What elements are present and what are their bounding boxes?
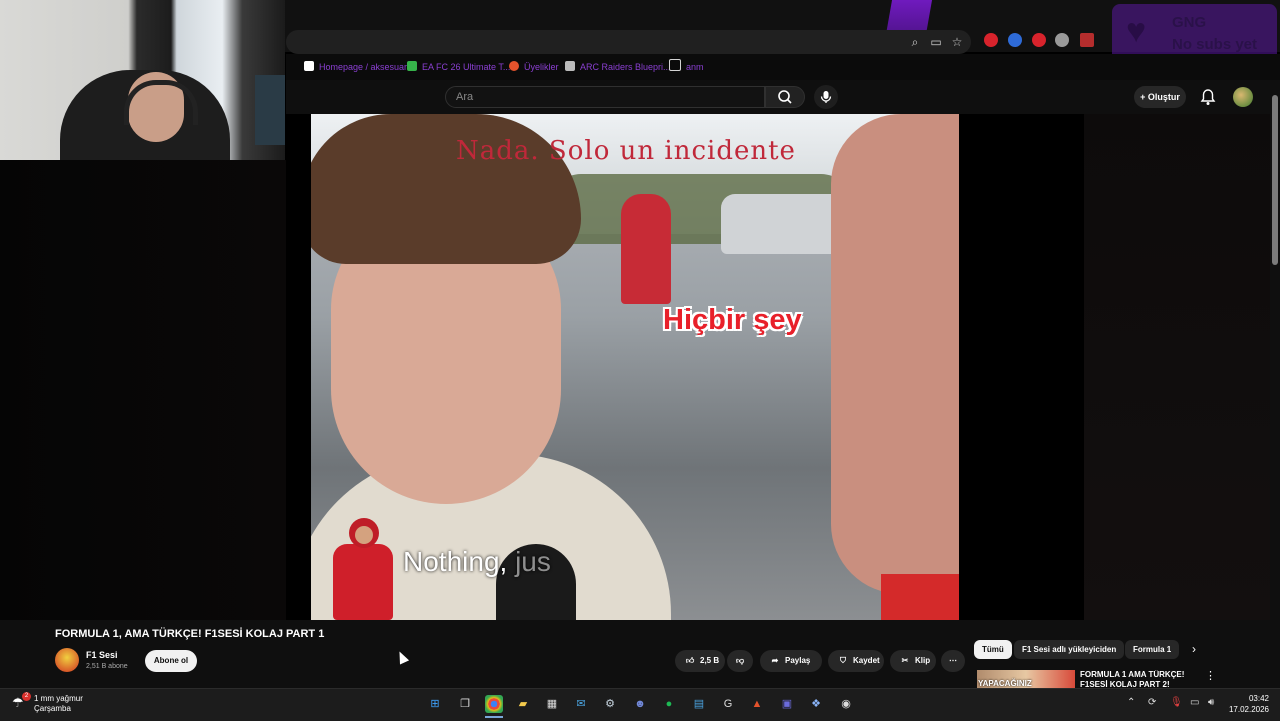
share-button[interactable]: ➦ Paylaş <box>760 650 822 672</box>
recommended-video-thumbnail[interactable]: YAPACAĞINIZ <box>977 670 1075 688</box>
account-avatar[interactable] <box>1233 87 1253 107</box>
more-actions-button[interactable]: ⋯ <box>941 650 965 672</box>
plus-icon: + <box>1140 92 1148 102</box>
address-bar[interactable] <box>286 30 971 54</box>
chrome-taskbar-icon[interactable] <box>485 695 503 713</box>
video-title: FORMULA 1, AMA TÜRKÇE! F1SESİ KOLAJ PART… <box>55 628 325 640</box>
file-explorer-icon[interactable]: ▰ <box>514 695 532 713</box>
thumbs-down-icon: 👎︎ <box>735 656 745 665</box>
scrollbar-thumb[interactable] <box>1272 95 1278 265</box>
app-g-icon[interactable]: G <box>719 695 737 713</box>
bookmark-item[interactable]: EA FC 26 Ultimate T... <box>407 58 510 76</box>
tray-sync-icon[interactable]: ⟳ <box>1148 697 1156 708</box>
extension-sound-icon[interactable] <box>1008 33 1022 47</box>
teams-icon[interactable]: ▣ <box>778 695 796 713</box>
page-background-left <box>0 160 286 620</box>
extension-red-icon[interactable] <box>1032 33 1046 47</box>
bookmark-folder[interactable]: anm <box>669 58 704 76</box>
extension-mail-icon[interactable] <box>1080 33 1094 47</box>
photos-icon[interactable]: ▤ <box>690 695 708 713</box>
dislike-button[interactable]: 👎︎ <box>727 650 753 672</box>
tray-display-icon[interactable]: ▭ <box>1190 697 1199 708</box>
bookmark-item[interactable]: Üyelikler <box>509 58 559 76</box>
bookmark-favicon-icon <box>565 61 575 71</box>
overlay-line2: No subs yet <box>1172 36 1258 53</box>
start-windows-icon[interactable]: ⊞ <box>426 695 444 713</box>
overlay-line1: GNG <box>1172 14 1207 31</box>
microphone-icon <box>820 91 832 103</box>
spotify-icon[interactable]: ● <box>660 695 678 713</box>
subtitle-turkish: Hiçbir şey <box>663 304 802 336</box>
settings-gear-icon[interactable]: ❖ <box>807 695 825 713</box>
bookmark-item[interactable]: ARC Raiders Bluepri... <box>565 58 671 76</box>
voice-search-button[interactable] <box>814 85 838 109</box>
bookmark-favicon-icon <box>304 61 314 71</box>
video-player[interactable]: Nada. Solo un incidente Hiçbir şey Nothi… <box>286 114 1084 620</box>
tray-mic-icon[interactable]: 🎙︎ <box>1170 697 1183 708</box>
heart-icon: ♥ <box>1126 12 1147 50</box>
mail-icon[interactable]: ✉ <box>572 695 590 713</box>
clip-button[interactable]: ✂ Klip <box>890 650 936 672</box>
video-frame[interactable]: Nada. Solo un incidente Hiçbir şey Nothi… <box>311 114 959 620</box>
task-view-icon[interactable]: ❐ <box>456 695 474 713</box>
subtitle-english: Nothing, jus <box>403 546 551 577</box>
subscriber-count: 2,51 B abone <box>86 663 128 670</box>
store-icon[interactable]: ▦ <box>543 695 561 713</box>
steam-icon[interactable]: ⚙ <box>601 695 619 713</box>
channel-avatar[interactable] <box>55 648 79 672</box>
scissors-icon: ✂ <box>901 656 909 665</box>
subtitle-spanish: Nada. Solo un incidente <box>456 136 796 166</box>
chip-all[interactable]: Tümü <box>974 640 1012 659</box>
recommended-video-title[interactable]: FORMULA 1 AMA TÜRKÇE! F1SESİ KOLAJ PART … <box>1080 670 1198 688</box>
recommended-more-icon[interactable]: ⋮ <box>1205 669 1216 682</box>
bookmark-star-icon[interactable]: ☆ <box>948 33 966 51</box>
folder-icon <box>669 59 681 71</box>
chip-from-uploader[interactable]: F1 Sesi adlı yükleyiciden <box>1014 640 1125 659</box>
search-button[interactable] <box>765 86 805 108</box>
save-bookmark-icon: ⛉ <box>840 656 846 665</box>
share-arrow-icon: ➦ <box>771 656 779 665</box>
like-button[interactable]: 👍︎ 2,5 B <box>675 650 725 672</box>
bookmark-favicon-icon <box>407 61 417 71</box>
active-app-indicator <box>485 716 503 718</box>
bookmarks-bar: Homepage / aksesuar EA FC 26 Ultimate T.… <box>286 54 1280 80</box>
subscribe-button[interactable]: Abone ol <box>145 650 197 672</box>
tray-chevron-icon[interactable]: ⌃ <box>1127 697 1135 708</box>
extension-opera-icon[interactable] <box>984 33 998 47</box>
zoom-icon[interactable]: ⌕ <box>906 33 924 51</box>
chips-next-arrow-icon[interactable]: › <box>1192 642 1196 656</box>
driver-sticker-image <box>325 514 401 620</box>
obs-icon[interactable]: ◉ <box>837 695 855 713</box>
search-icon <box>778 90 792 104</box>
thumbs-up-icon: 👍︎ <box>685 656 695 665</box>
chip-formula-1[interactable]: Formula 1 <box>1125 640 1180 659</box>
channel-name-link[interactable]: F1 Sesi <box>86 650 118 660</box>
taskbar-clock[interactable]: 03:42 17.02.2026 <box>1225 693 1269 715</box>
weather-widget[interactable]: 1 mm yağmur Çarşamba <box>34 694 83 714</box>
save-button[interactable]: ⛉ Kaydet <box>828 650 884 672</box>
bookmark-item[interactable]: Homepage / aksesuar <box>304 58 407 76</box>
notifications-bell-icon[interactable] <box>1200 88 1216 106</box>
weather-badge: 2 <box>22 692 31 701</box>
page-background-right <box>1084 114 1270 620</box>
discord-icon[interactable]: ☻ <box>631 695 649 713</box>
search-input[interactable] <box>445 86 765 108</box>
webcam-feed <box>0 0 285 160</box>
brave-browser-icon[interactable]: ▲ <box>748 695 766 713</box>
cast-icon[interactable]: ▭ <box>927 33 945 51</box>
create-button[interactable]: + Oluştur <box>1134 86 1186 108</box>
tray-volume-icon[interactable]: 🔊︎ <box>1208 697 1214 708</box>
bookmark-favicon-icon <box>509 61 519 71</box>
extension-cat-icon[interactable] <box>1055 33 1069 47</box>
